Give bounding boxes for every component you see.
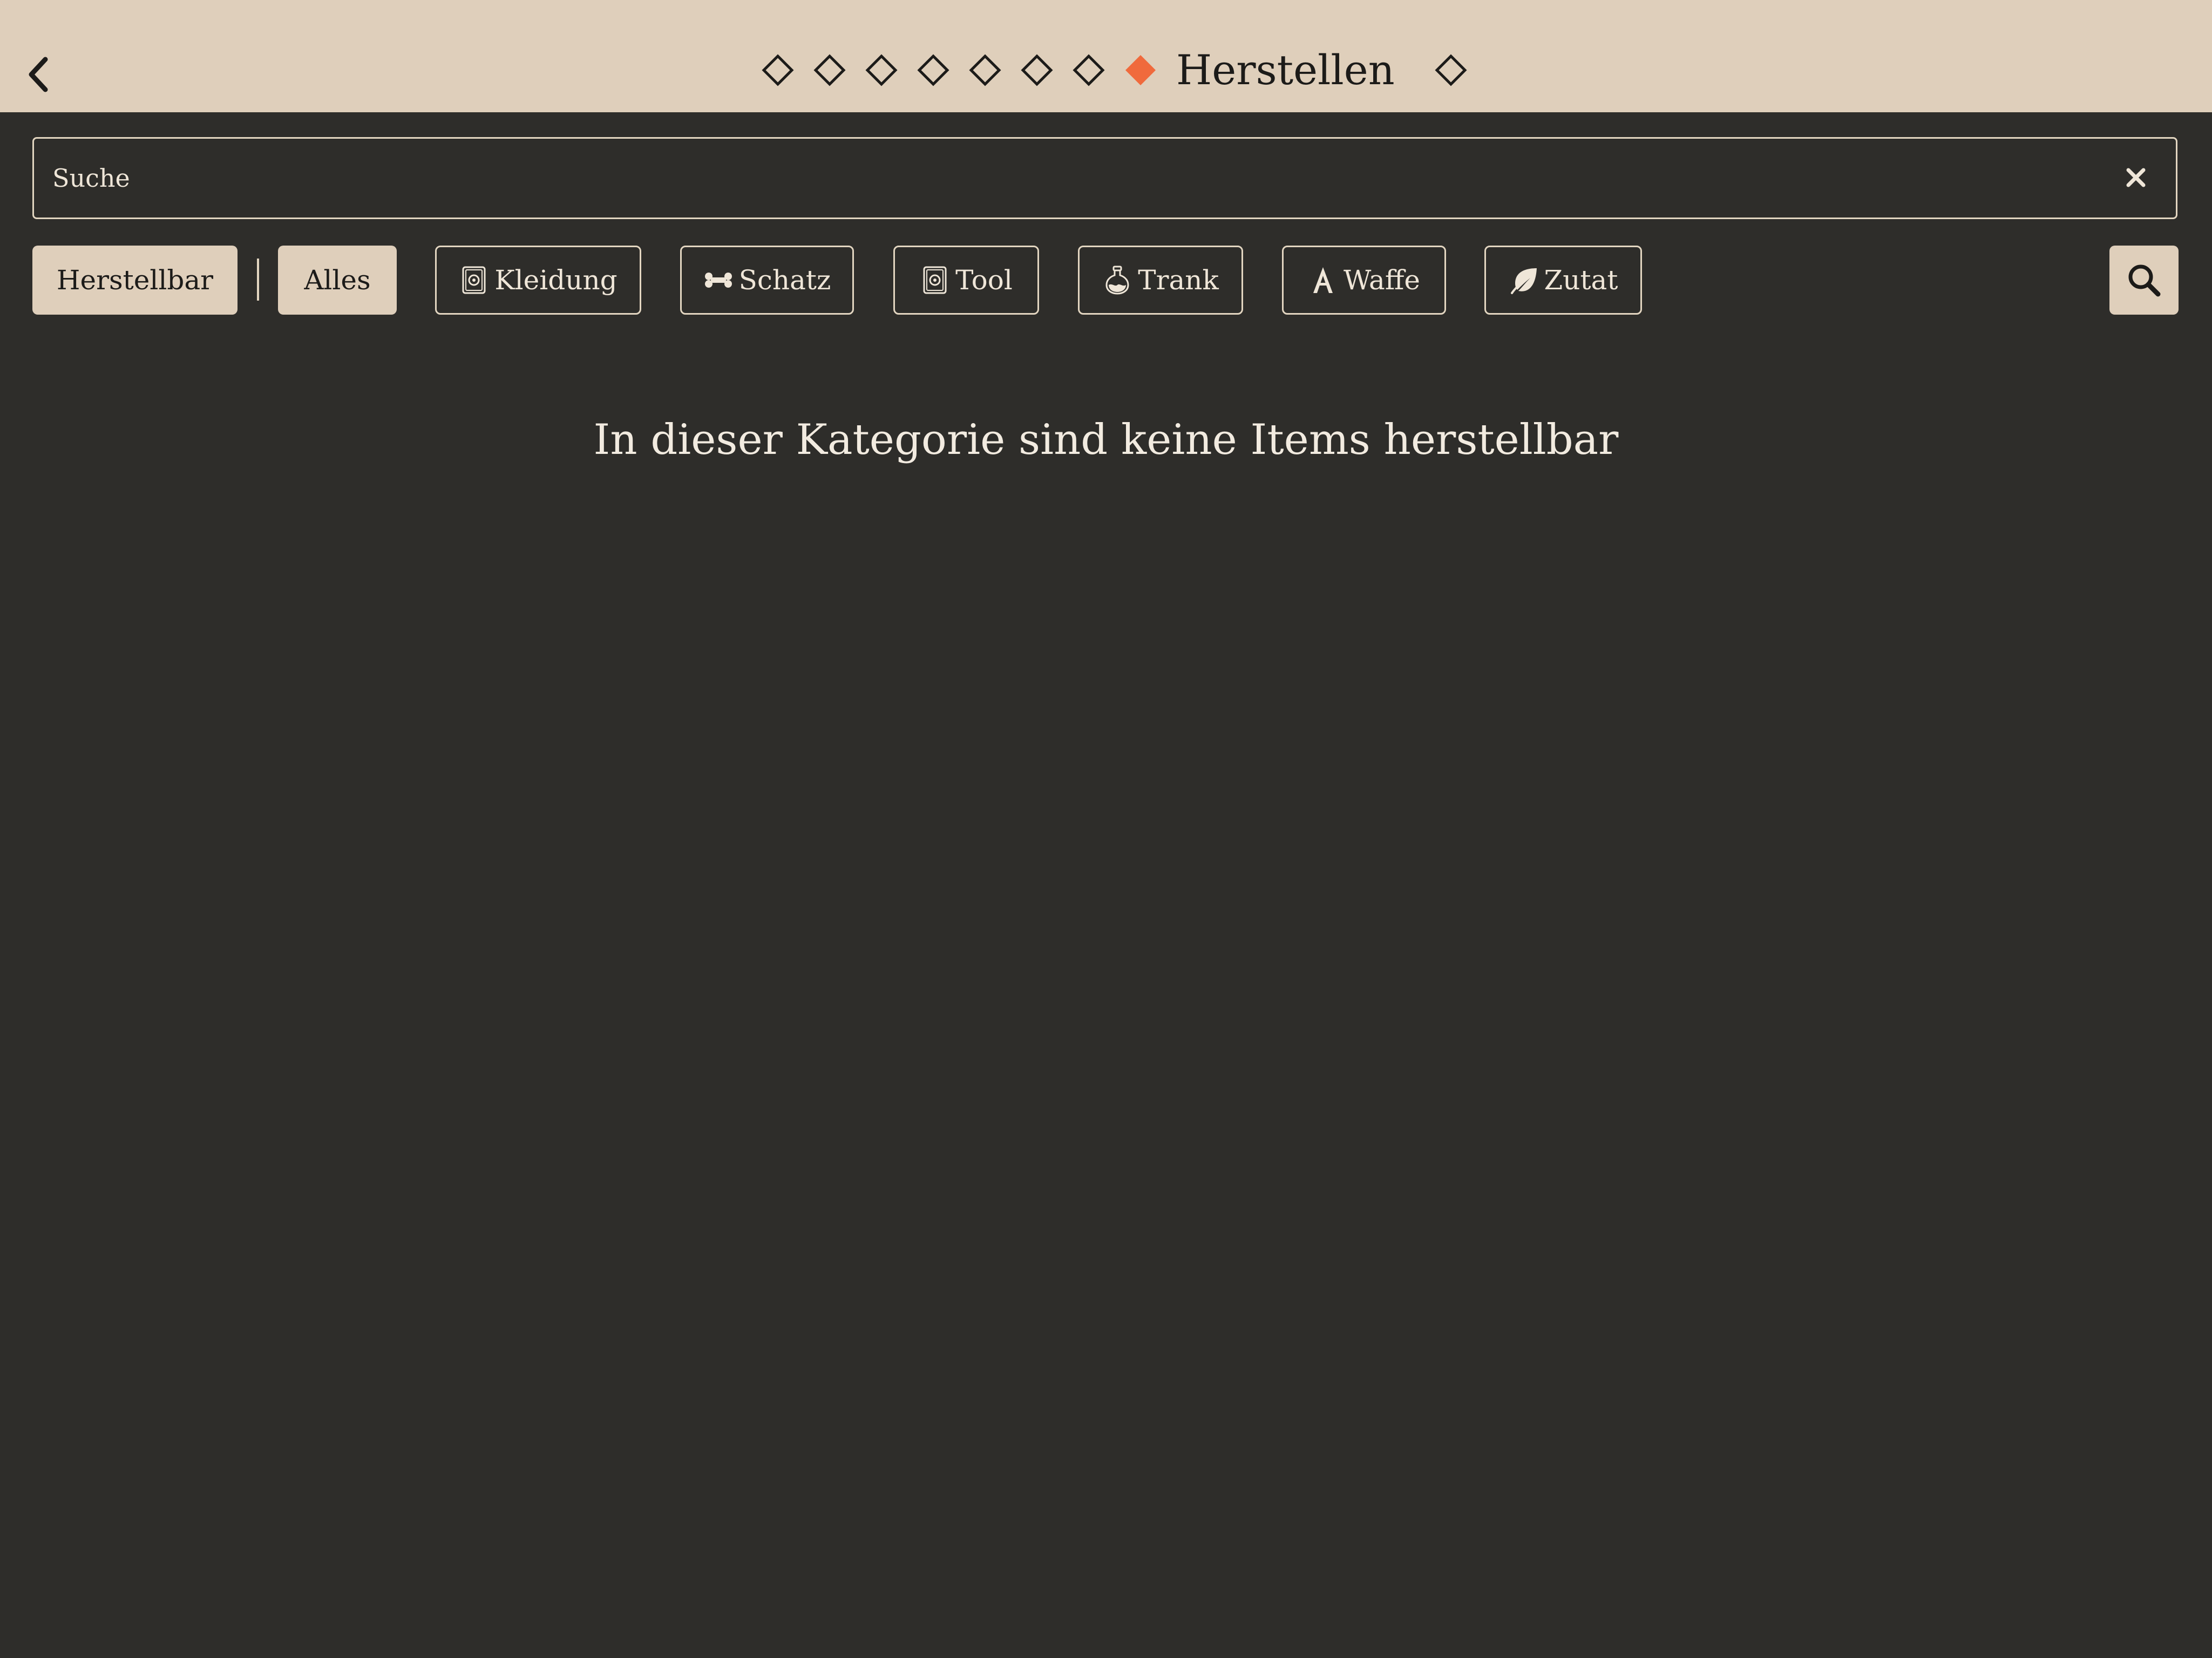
filter-trank-button[interactable]: Trank [1078,246,1243,315]
page-nav-dot[interactable] [1425,46,1477,94]
diamond-outline-icon [1435,54,1467,86]
search-input[interactable] [52,139,2050,218]
filter-all-button[interactable]: Alles [278,246,397,315]
tool-icon [920,265,950,295]
potion-icon [1102,265,1132,295]
weapon-icon [1308,265,1338,295]
empty-state-message: In dieser Kategorie sind keine Items her… [593,416,1619,464]
page-title: Herstellen [1176,46,1395,94]
clear-search-button[interactable] [2122,164,2150,192]
filter-kleidung-button[interactable]: Kleidung [435,246,641,315]
search-icon [2128,264,2161,297]
page-nav-dot-active[interactable] [1115,46,1166,94]
filter-label: Kleidung [494,264,618,296]
filter-schatz-button[interactable]: Schatz [680,246,854,315]
diamond-outline-icon [917,54,949,86]
filter-label: Zutat [1544,264,1618,296]
search-box [32,137,2177,219]
diamond-outline-icon [969,54,1001,86]
search-button[interactable] [2109,246,2179,315]
filter-label: Trank [1138,264,1219,296]
page-nav-dot[interactable] [959,46,1011,94]
diamond-outline-icon [813,54,846,86]
chevron-left-icon [29,57,48,92]
page-nav-dot[interactable] [1063,46,1115,94]
page-nav-dot[interactable] [1011,46,1063,94]
filter-label: Alles [304,264,371,296]
crafting-screen: Herstellen Herstellbar Alles [0,0,2212,1658]
filter-divider [257,259,259,301]
page-nav-dot[interactable] [752,46,804,94]
diamond-outline-icon [865,54,898,86]
page-nav-dot[interactable] [907,46,959,94]
back-button[interactable] [22,53,54,96]
filter-label: Herstellbar [56,264,214,296]
diamond-outline-icon [1021,54,1053,86]
leaf-icon [1509,265,1539,295]
bone-icon [703,265,734,295]
diamond-outline-icon [762,54,794,86]
filter-label: Waffe [1344,264,1420,296]
page-nav-dot[interactable] [804,46,856,94]
filter-zutat-button[interactable]: Zutat [1484,246,1642,315]
clothing-icon [459,265,489,295]
filter-waffe-button[interactable]: Waffe [1282,246,1446,315]
filter-label: Tool [955,264,1013,296]
filter-craftable-button[interactable]: Herstellbar [32,246,238,315]
page-nav-dot[interactable] [856,46,907,94]
close-icon [2126,168,2146,187]
filter-label: Schatz [738,264,831,296]
page-nav: Herstellen [752,46,1477,94]
diamond-outline-icon [1073,54,1105,86]
top-bar: Herstellen [0,0,2212,112]
filter-tool-button[interactable]: Tool [893,246,1039,315]
diamond-filled-icon [1125,55,1156,85]
